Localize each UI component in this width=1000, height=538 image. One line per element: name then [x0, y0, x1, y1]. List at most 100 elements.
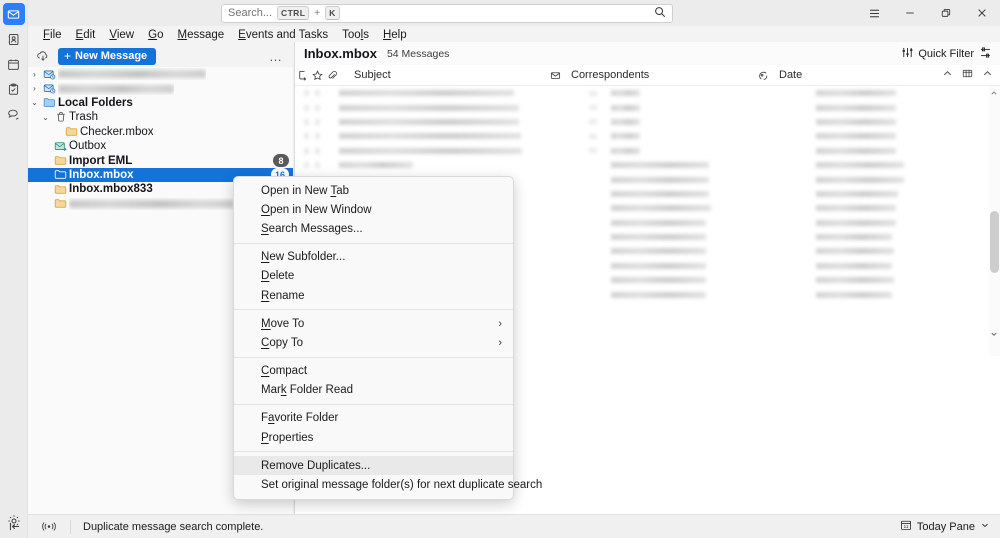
row-correspondents — [611, 147, 816, 154]
table-row[interactable] — [295, 144, 1000, 158]
minimize-button[interactable] — [892, 0, 928, 26]
thread-column[interactable] — [295, 65, 310, 86]
new-message-button[interactable]: + New Message — [58, 47, 157, 65]
sort-ascending-icon[interactable] — [942, 68, 953, 82]
table-row[interactable] — [295, 86, 1000, 100]
row-correspondents — [611, 234, 816, 241]
display-options-icon[interactable] — [979, 46, 992, 62]
row-date — [816, 277, 1000, 284]
calendar-tab[interactable] — [3, 53, 25, 75]
activity-signal-icon[interactable] — [28, 521, 70, 532]
context-menu-item-search-messages[interactable]: Search Messages... — [234, 219, 513, 238]
context-menu-item-set-original-message-folders[interactable]: Set original message folder(s) for next … — [234, 475, 542, 494]
scroll-down-icon[interactable] — [989, 328, 999, 340]
cloud-sync-icon[interactable] — [28, 49, 58, 63]
date-column-label: Date — [779, 69, 803, 81]
search-shortcut-ctrl: CTRL — [277, 6, 310, 20]
row-correspondents — [611, 90, 816, 97]
date-column-header[interactable]: Date — [771, 65, 942, 86]
menu-edit[interactable]: Edit — [69, 27, 103, 44]
folder-open-icon — [41, 96, 58, 109]
starred-column[interactable] — [310, 65, 325, 86]
title-bar: Search... CTRL + K — [0, 0, 1000, 26]
row-thread-flag — [304, 90, 309, 97]
table-row[interactable] — [295, 129, 1000, 143]
folder-label: Checker.mbox — [80, 125, 154, 138]
context-menu-item-move-to[interactable]: Move To › — [234, 314, 513, 333]
close-button[interactable] — [964, 0, 1000, 26]
folder-context-menu[interactable]: Open in New Tab Open in New Window Search … — [233, 176, 542, 500]
folder-icon — [52, 197, 69, 210]
collapse-list-icon[interactable] — [982, 68, 993, 82]
folder-row-local-folders[interactable]: ⌄ Local Folders — [28, 96, 293, 110]
address-book-tab[interactable] — [3, 28, 25, 50]
context-menu-item-open-in-new-tab[interactable]: Open in New Tab — [234, 181, 513, 200]
table-row[interactable] — [295, 115, 1000, 129]
folder-row-trash[interactable]: ⌄ Trash — [28, 110, 293, 124]
folder-pane-overflow-button[interactable]: … — [269, 49, 283, 64]
chevron-down-icon[interactable]: ⌄ — [28, 98, 41, 107]
row-thread-flag — [304, 104, 309, 111]
row-correspondents — [611, 118, 816, 125]
table-row[interactable] — [295, 158, 1000, 172]
context-menu-item-mark-folder-read[interactable]: Mark Folder Read — [234, 381, 513, 400]
context-menu-item-rename-folder[interactable]: Rename — [234, 286, 513, 305]
menu-view[interactable]: View — [102, 27, 141, 44]
search-icon[interactable] — [654, 6, 666, 21]
folder-row-checker-mbox[interactable]: Checker.mbox — [28, 125, 293, 139]
row-subject — [339, 90, 589, 97]
row-date — [816, 118, 1000, 125]
context-menu-item-copy-to[interactable]: Copy To › — [234, 333, 513, 352]
restore-button[interactable] — [928, 0, 964, 26]
today-pane-button[interactable]: 11 Today Pane — [900, 519, 1000, 534]
chevron-right-icon[interactable]: › — [28, 84, 41, 93]
row-thread-flag — [304, 162, 309, 169]
row-attachment — [589, 133, 611, 139]
spaces-top-group — [2, 3, 25, 125]
context-menu-item-remove-duplicates[interactable]: Remove Duplicates... — [234, 456, 513, 476]
chat-tab[interactable] — [3, 103, 25, 125]
junk-column[interactable] — [756, 65, 771, 86]
menu-message[interactable]: Message — [170, 27, 231, 44]
row-correspondents — [611, 133, 816, 140]
tasks-tab[interactable] — [3, 78, 25, 100]
page-title: Inbox.mbox — [304, 46, 377, 61]
table-row[interactable] — [295, 100, 1000, 114]
context-menu-item-properties[interactable]: Properties — [234, 428, 513, 447]
scrollbar-thumb[interactable] — [990, 211, 999, 273]
unread-column[interactable] — [548, 65, 563, 86]
search-input[interactable]: Search... CTRL + K — [221, 3, 673, 23]
quick-filter-button[interactable]: Quick Filter — [901, 46, 974, 62]
subject-column-header[interactable]: Subject — [340, 65, 548, 86]
message-list-scrollbar[interactable] — [989, 86, 1000, 356]
context-menu-item-new-subfolder[interactable]: New Subfolder... — [234, 248, 513, 267]
menu-go[interactable]: Go — [141, 27, 170, 44]
message-list-column-headers: Subject Correspondents Date — [295, 65, 1000, 86]
row-attachment — [589, 148, 611, 154]
folder-row-outbox[interactable]: Outbox — [28, 139, 293, 153]
mail-tab[interactable] — [2, 3, 25, 25]
chevron-right-icon[interactable]: › — [28, 70, 41, 79]
folder-row-import-eml[interactable]: Import EML 8 — [28, 153, 293, 168]
folder-row-redacted[interactable]: › — [28, 67, 293, 81]
context-menu-item-delete-folder[interactable]: Delete — [234, 267, 513, 286]
svg-text:11: 11 — [904, 524, 909, 529]
chevron-down-icon[interactable]: ⌄ — [39, 113, 52, 122]
context-menu-item-compact[interactable]: Compact — [234, 362, 513, 381]
menu-file[interactable]: File — [36, 27, 69, 44]
row-date — [816, 234, 1000, 241]
redacted-folder-name — [58, 84, 174, 93]
context-menu-item-label: Open in New Tab — [261, 184, 350, 197]
context-menu-item-favorite-folder[interactable]: Favorite Folder — [234, 409, 513, 428]
scroll-up-icon[interactable] — [989, 87, 999, 99]
collapse-rail-button[interactable] — [0, 514, 28, 538]
correspondents-column-header[interactable]: Correspondents — [563, 65, 756, 86]
folder-row-redacted[interactable]: › — [28, 81, 293, 95]
attachment-column[interactable] — [325, 65, 340, 86]
context-menu-item-open-in-new-window[interactable]: Open in New Window — [234, 200, 513, 219]
select-columns-icon[interactable] — [962, 68, 973, 82]
unread-count-badge: 8 — [273, 154, 289, 168]
status-bar: Duplicate message search complete. 11 To… — [28, 514, 1000, 538]
app-menu-button[interactable] — [856, 0, 892, 26]
